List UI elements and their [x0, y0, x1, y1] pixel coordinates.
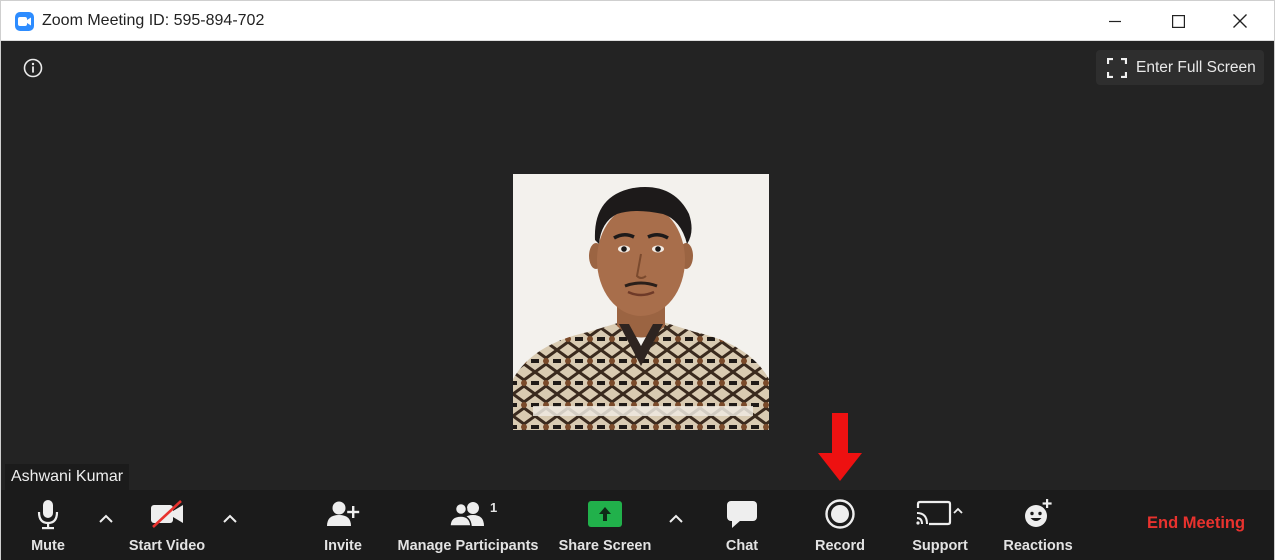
- participant-video-tile[interactable]: [513, 174, 769, 430]
- mute-button[interactable]: Mute: [23, 490, 73, 560]
- speech-bubble-icon: [726, 490, 758, 538]
- cast-screen-icon: [915, 490, 965, 538]
- chevron-up-icon: [99, 514, 113, 523]
- start-video-label: Start Video: [128, 538, 206, 554]
- maximize-button[interactable]: [1147, 1, 1209, 41]
- video-options-caret[interactable]: [220, 508, 240, 528]
- end-meeting-button[interactable]: End Meeting: [1147, 514, 1245, 533]
- share-up-arrow-icon: [587, 490, 623, 538]
- record-circle-icon: [824, 490, 856, 538]
- participants-count-badge: 1: [490, 500, 498, 515]
- reactions-label: Reactions: [1003, 538, 1073, 554]
- reactions-button[interactable]: Reactions: [1001, 490, 1075, 560]
- share-options-caret[interactable]: [666, 508, 686, 528]
- close-button[interactable]: [1209, 1, 1271, 41]
- record-label: Record: [815, 538, 865, 554]
- zoom-logo-icon: [15, 12, 34, 31]
- manage-participants-label: Manage Participants: [397, 538, 539, 554]
- invite-button[interactable]: Invite: [317, 490, 369, 560]
- audio-options-caret[interactable]: [96, 508, 116, 528]
- maximize-icon: [1171, 14, 1185, 28]
- minimize-button[interactable]: [1084, 1, 1146, 41]
- expand-corners-icon: [1107, 57, 1127, 78]
- red-arrow-annotation: [818, 413, 862, 481]
- support-button[interactable]: Support: [906, 490, 974, 560]
- video-stage: Enter Full Screen Ashwani Kumar: [1, 41, 1274, 490]
- chevron-up-icon: [223, 514, 237, 523]
- enter-full-screen-label: Enter Full Screen: [1136, 58, 1256, 76]
- video-off-icon: [149, 490, 185, 538]
- chat-label: Chat: [725, 538, 759, 554]
- enter-full-screen-button[interactable]: Enter Full Screen: [1096, 50, 1264, 85]
- manage-participants-button[interactable]: Manage Participants 1: [392, 490, 544, 560]
- participant-name-tag: Ashwani Kumar: [5, 464, 130, 490]
- title-bar: Zoom Meeting ID: 595-894-702: [1, 1, 1274, 41]
- mute-label: Mute: [31, 538, 65, 554]
- microphone-icon: [37, 490, 59, 538]
- meeting-toolbar: Mute Start Video Invite Manage Participa…: [1, 490, 1274, 560]
- participant-portrait: [513, 174, 769, 430]
- chat-button[interactable]: Chat: [720, 490, 764, 560]
- chevron-up-icon: [669, 514, 683, 523]
- people-icon: [449, 490, 487, 538]
- invite-label: Invite: [324, 538, 362, 554]
- window-title: Zoom Meeting ID: 595-894-702: [42, 12, 265, 29]
- support-label: Support: [912, 538, 968, 554]
- minimize-icon: [1109, 20, 1121, 23]
- start-video-button[interactable]: Start Video: [123, 490, 211, 560]
- share-screen-label: Share Screen: [558, 538, 652, 554]
- add-emoji-icon: [1022, 490, 1054, 538]
- info-icon[interactable]: [23, 58, 43, 78]
- record-button[interactable]: Record: [811, 490, 869, 560]
- close-icon: [1233, 14, 1247, 28]
- zoom-meeting-window: Zoom Meeting ID: 595-894-702 Enter Full …: [0, 0, 1275, 560]
- add-person-icon: [326, 490, 360, 538]
- share-screen-button[interactable]: Share Screen: [556, 490, 654, 560]
